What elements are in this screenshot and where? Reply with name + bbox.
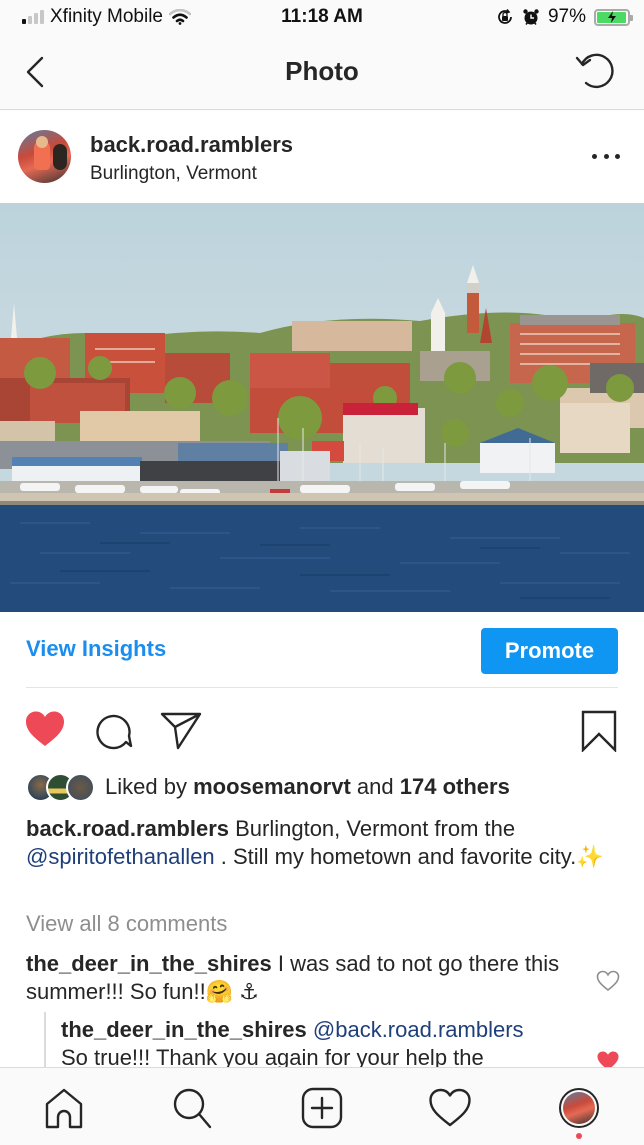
new-post-icon (301, 1087, 343, 1129)
comment-icon[interactable] (94, 710, 134, 750)
post-caption: back.road.ramblers Burlington, Vermont f… (26, 815, 616, 871)
reply-mention[interactable]: @back.road.ramblers (307, 1017, 524, 1042)
sparkles-emoji: ✨ (576, 844, 604, 869)
comment-reply: the_deer_in_the_shires @back.road.ramble… (61, 1016, 581, 1072)
likes-middle: and (356, 774, 394, 799)
refresh-icon[interactable] (574, 50, 618, 94)
reply-thread-line (44, 1012, 46, 1072)
profile-avatar (559, 1088, 599, 1128)
view-insights-link[interactable]: View Insights (26, 636, 166, 662)
reply-username[interactable]: the_deer_in_the_shires (61, 1017, 307, 1042)
caption-text: Burlington, Vermont from the (228, 816, 516, 841)
ellipsis-icon[interactable] (592, 149, 620, 163)
likes-count[interactable]: 174 others (400, 774, 510, 800)
alarm-icon (523, 9, 539, 25)
promote-button[interactable]: Promote (481, 628, 618, 674)
post-location[interactable]: Burlington, Vermont (90, 163, 257, 185)
liker-avatars (26, 772, 95, 802)
status-right: 97% (496, 6, 633, 28)
comment-like-heart-icon[interactable] (596, 970, 620, 992)
bookmark-icon[interactable] (581, 710, 617, 752)
caption-text-2: . Still my hometown and favorite city. (214, 844, 577, 869)
caption-mention[interactable]: @spiritofethanallen (26, 844, 215, 869)
action-bar (0, 707, 644, 752)
post-photo[interactable] (0, 203, 644, 612)
search-icon (173, 1088, 212, 1129)
activity-heart-icon (429, 1088, 471, 1127)
page-title: Photo (285, 56, 359, 86)
home-icon (45, 1088, 83, 1129)
notification-dot (576, 1133, 582, 1139)
likes-summary[interactable]: Liked by moosemanorvt and 174 others (26, 772, 510, 802)
likes-prefix: Liked by (105, 774, 187, 799)
view-all-comments-link[interactable]: View all 8 comments (26, 911, 227, 937)
comment-username[interactable]: the_deer_in_the_shires (26, 951, 272, 976)
tab-new-post[interactable] (300, 1086, 344, 1130)
post-details: View Insights Promote Liked by moosemano… (0, 612, 644, 1072)
battery-charging-icon (594, 8, 633, 26)
orientation-lock-icon (498, 9, 512, 24)
divider (26, 687, 618, 688)
nav-header: Photo (0, 36, 644, 110)
author-avatar[interactable] (18, 130, 71, 183)
tab-bar (0, 1067, 644, 1145)
tab-activity[interactable] (428, 1086, 472, 1130)
caption-username[interactable]: back.road.ramblers (26, 816, 229, 841)
tab-home[interactable] (42, 1086, 86, 1130)
post-header: back.road.ramblers Burlington, Vermont (0, 111, 644, 203)
post-username[interactable]: back.road.ramblers (90, 132, 293, 158)
tab-profile[interactable] (557, 1086, 601, 1130)
heart-filled-icon[interactable] (24, 710, 66, 748)
battery-percent: 97% (547, 6, 586, 27)
comment: the_deer_in_the_shires I was sad to not … (26, 950, 586, 1006)
tab-search[interactable] (170, 1086, 214, 1130)
liker-username[interactable]: moosemanorvt (193, 774, 351, 800)
share-icon[interactable] (160, 711, 204, 751)
comment-emoji: 🤗 ⚓ (205, 979, 259, 1004)
status-bar: Xfinity Mobile 11:18 AM 97% (0, 0, 644, 36)
liker-avatar (66, 772, 95, 802)
